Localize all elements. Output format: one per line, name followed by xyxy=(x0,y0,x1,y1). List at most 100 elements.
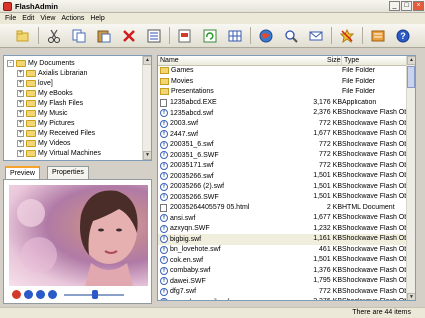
file-row[interactable]: f 20035266 (2).swf 1,501 KB Shockwave Flash… xyxy=(158,182,408,193)
tree-item[interactable]: + My eBooks xyxy=(7,88,151,98)
tree-item[interactable]: - My Documents xyxy=(7,58,151,68)
file-size: 2,376 KB xyxy=(284,298,342,300)
file-name: azxyqn.SWF xyxy=(170,225,210,232)
export-icon[interactable] xyxy=(176,27,194,44)
email-icon[interactable] xyxy=(307,27,325,44)
expand-icon[interactable]: + xyxy=(17,89,24,97)
file-row[interactable]: f 20035171.swf 772 KB Shockwave Flash Obje xyxy=(158,161,408,172)
file-row[interactable]: f bigbig.swf 1,161 KB Shockwave Flash Obje xyxy=(158,234,408,245)
flash-file-icon: f xyxy=(160,193,168,201)
expand-icon[interactable]: + xyxy=(17,119,24,127)
file-row[interactable]: f cok.en.swf 1,501 KB Shockwave Flash Obje xyxy=(158,255,408,266)
file-row[interactable]: f 1235abcd.swf 2,376 KB Shockwave Flash Obj… xyxy=(158,108,408,119)
file-name: dawei.SWF xyxy=(170,277,206,285)
menu-view[interactable]: View xyxy=(37,15,58,22)
file-type: Shockwave Flash Obje xyxy=(342,119,408,127)
file-row[interactable]: f azxyqn.SWF 1,232 KB Shockwave Flash Obje xyxy=(158,224,408,235)
menu-help[interactable]: Help xyxy=(87,15,107,22)
expand-icon[interactable]: + xyxy=(17,139,24,147)
file-row[interactable]: 1235abcd.EXE 3,176 KB Application xyxy=(158,98,408,109)
flash-file-icon: f xyxy=(160,130,168,138)
collapse-icon[interactable]: - xyxy=(7,59,14,67)
tree-item[interactable]: + love] xyxy=(7,78,151,88)
copy-icon[interactable] xyxy=(70,27,88,44)
tree-item[interactable]: + My Flash Files xyxy=(7,98,151,108)
file-row[interactable]: f ansi.swf 1,677 KB Shockwave Flash Obje xyxy=(158,213,408,224)
file-row[interactable]: f 200351_6.swf 772 KB Shockwave Flash Obje xyxy=(158,140,408,151)
list-scroll-thumb[interactable] xyxy=(407,66,415,88)
column-header-name[interactable]: Name xyxy=(158,56,338,66)
file-row[interactable]: feveryday_snail.swf 2,376 KBShockwave Fla… xyxy=(158,297,408,300)
maximize-button[interactable]: □ xyxy=(401,1,412,11)
favorites-icon[interactable] xyxy=(338,27,356,44)
paste-icon[interactable] xyxy=(95,27,113,44)
delete-icon[interactable] xyxy=(120,27,138,44)
expand-icon[interactable]: + xyxy=(17,99,24,107)
file-row[interactable]: Movies File Folder xyxy=(158,77,408,88)
tab-preview[interactable]: Preview xyxy=(5,166,40,179)
file-row[interactable]: Games File Folder xyxy=(158,66,408,77)
file-row[interactable]: f dawei.SWF 1,795 KB Shockwave Flash Obje xyxy=(158,276,408,287)
tree-item[interactable]: + My Pictures xyxy=(7,118,151,128)
column-header-size[interactable]: Size xyxy=(325,56,342,66)
close-button[interactable]: × xyxy=(413,1,424,11)
tab-properties[interactable]: Properties xyxy=(47,166,89,179)
tree-item[interactable]: + My Virtual Machines xyxy=(7,148,151,158)
playback-slider-thumb[interactable] xyxy=(92,290,98,299)
file-row[interactable]: f 200351_6.SWF 772 KB Shockwave Flash Obje xyxy=(158,150,408,161)
options-icon[interactable] xyxy=(369,27,387,44)
expand-icon[interactable]: + xyxy=(17,129,24,137)
scroll-down-arrow[interactable]: ▼ xyxy=(143,151,151,160)
list-scroll-down-arrow[interactable]: ▼ xyxy=(407,293,415,300)
file-row[interactable]: f 2447.swf 1,677 KB Shockwave Flash Obje xyxy=(158,129,408,140)
file-name-cell: Movies xyxy=(160,77,330,85)
file-row[interactable]: f dfg7.swf 772 KB Shockwave Flash Obje xyxy=(158,287,408,298)
refresh-icon[interactable] xyxy=(201,27,219,44)
expand-icon[interactable]: + xyxy=(17,109,24,117)
help-icon[interactable]: ? xyxy=(394,27,412,44)
menu-actions[interactable]: Actions xyxy=(58,15,87,22)
play-icon[interactable] xyxy=(24,290,33,299)
column-header-type[interactable]: Type xyxy=(342,56,408,66)
menu-file[interactable]: File xyxy=(2,15,19,22)
folder-open-icon[interactable] xyxy=(14,27,32,44)
tree-item[interactable]: + My Received Files xyxy=(7,128,151,138)
menu-edit[interactable]: Edit xyxy=(19,15,37,22)
file-row[interactable]: f bn_lovehote.swf 461 KB Shockwave Flash Ob… xyxy=(158,245,408,256)
tree-scrollbar[interactable]: ▲ ▼ xyxy=(142,56,151,160)
file-row[interactable]: f 2003.swf 772 KB Shockwave Flash Obje xyxy=(158,119,408,130)
file-list: Name Size Type Games File Folder Movies Fil… xyxy=(157,55,416,301)
file-name: 1235abcd.swf xyxy=(170,109,214,117)
tree-item[interactable]: + My Music xyxy=(7,108,151,118)
expand-icon[interactable]: + xyxy=(17,159,24,160)
file-name: 200351_6.SWF xyxy=(170,151,219,159)
file-row[interactable]: f combaby.swf 1,376 KB Shockwave Flash Obje xyxy=(158,266,408,277)
expand-icon[interactable]: + xyxy=(17,69,24,77)
thumbnails-icon[interactable] xyxy=(226,27,244,44)
file-row[interactable]: f 20035266.swf 1,501 KB Shockwave Flash Obj… xyxy=(158,171,408,182)
file-name: 20035266 (2).swf xyxy=(170,183,225,190)
tree-item[interactable]: + My Videos xyxy=(7,138,151,148)
stop-icon[interactable] xyxy=(12,290,21,299)
expand-icon[interactable]: + xyxy=(17,79,24,87)
file-row[interactable]: Presentations File Folder xyxy=(158,87,408,98)
list-scrollbar[interactable]: ▲ ▼ xyxy=(406,56,415,300)
file-row[interactable]: f 20035266.SWF 1,501 KB Shockwave Flash Obj… xyxy=(158,192,408,203)
settings-icon[interactable] xyxy=(48,290,57,299)
minimize-button[interactable]: _ xyxy=(389,1,400,11)
file-row[interactable]: 20035264405579 05.html 2 KB HTML Document xyxy=(158,203,408,214)
tree-item[interactable]: + Axialis Librarian xyxy=(7,68,151,78)
scroll-up-arrow[interactable]: ▲ xyxy=(143,56,151,65)
folder-icon xyxy=(160,77,169,85)
expand-icon[interactable]: + xyxy=(17,149,24,157)
internet-icon[interactable] xyxy=(257,27,275,44)
file-name: 1235abcd.EXE xyxy=(170,99,217,106)
properties-icon[interactable] xyxy=(145,27,163,44)
status-bar: There are 44 items xyxy=(0,307,425,318)
list-scroll-up-arrow[interactable]: ▲ xyxy=(407,56,415,65)
tree-item[interactable]: + My Webs xyxy=(7,158,151,160)
cut-icon[interactable] xyxy=(45,27,63,44)
preview-panel xyxy=(3,179,152,304)
search-icon[interactable] xyxy=(282,27,300,44)
info-icon[interactable] xyxy=(36,290,45,299)
